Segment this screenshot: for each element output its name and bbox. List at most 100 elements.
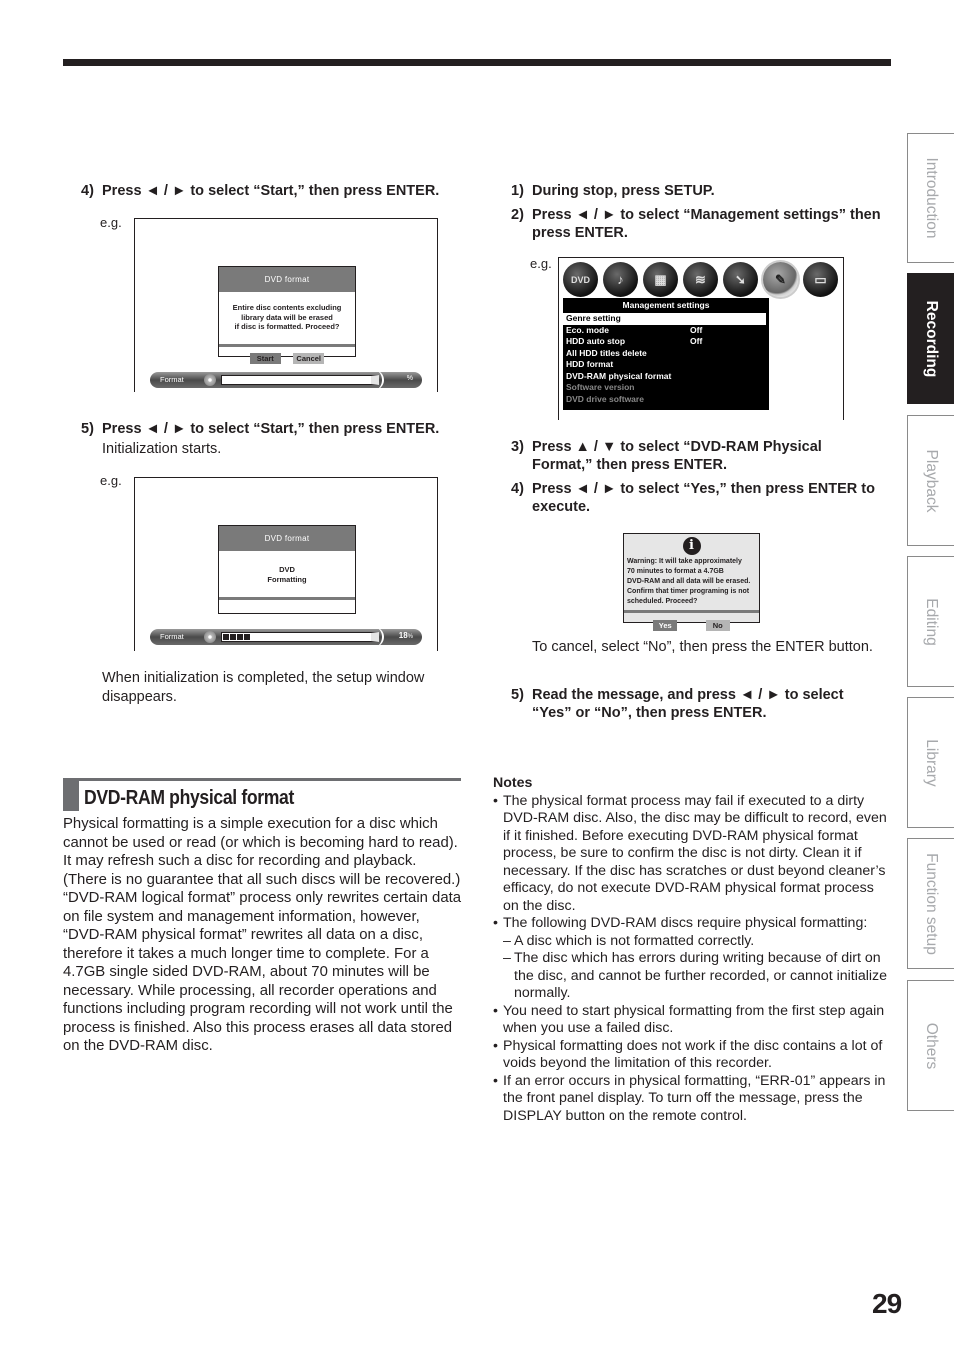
step-1-right: 1) During stop, press SETUP. (511, 183, 715, 199)
step-3-right: 3) Press ▲ / ▼ to select “DVD-RAM Physic… (511, 439, 822, 473)
window-icon[interactable]: ▦ (643, 262, 678, 297)
section-marker (63, 778, 79, 811)
paragraph: “DVD-RAM logical format” process only re… (63, 890, 462, 1054)
side-tab-playback[interactable]: Playback (907, 415, 954, 546)
message-line: library data will be erased (241, 312, 333, 322)
progress-track (221, 375, 379, 385)
disc-icon (204, 631, 216, 643)
percent-value: 18 (398, 631, 408, 640)
message-line: scheduled. Proceed? (627, 598, 698, 605)
side-tab-function-setup[interactable]: Function setup (907, 838, 954, 969)
menu-item-label: All HDD titles delete (566, 347, 647, 358)
side-tab-label: Recording (923, 300, 940, 377)
setup-icon-row: DVD ♪ ▦ ≋ ➘ ✎ ▭ (563, 262, 838, 297)
dialog-title: DVD format (219, 526, 355, 551)
completion-note: When initialization is completed, the se… (102, 670, 425, 705)
info-icon: i (682, 537, 701, 555)
no-button[interactable]: No (705, 620, 730, 631)
dvd-video-icon[interactable]: DVD (563, 262, 598, 297)
bar-arc (374, 370, 384, 390)
step-4-left: 4) Press ◄ / ► to select “Start,” then p… (81, 183, 440, 199)
speaker-icon[interactable]: ♪ (603, 262, 638, 297)
page-number: 29 (872, 1288, 902, 1319)
side-tab-label: Function setup (923, 852, 940, 955)
message-line: Confirm that timer programing is not (627, 588, 750, 595)
side-tab-label: Playback (923, 449, 940, 512)
message-line: if disc is formatted. Proceed? (234, 322, 340, 331)
screen-format-confirm: DVD format Entire disc contents excludin… (134, 218, 438, 392)
message-line: 70 minutes to format a 4.7GB (627, 568, 724, 575)
notes-heading: Notes (493, 775, 533, 791)
menu-item[interactable]: Software version (563, 382, 769, 394)
cancel-button[interactable]: Cancel (293, 353, 325, 364)
percent-unit: % (407, 634, 413, 640)
step-2-right: 2) Press ◄ / ► to select “Management set… (511, 207, 881, 241)
menu-item-label: HDD auto stop (566, 336, 626, 346)
disc-icon (204, 374, 216, 386)
format-progress-bar: Format % (150, 370, 422, 390)
note-item: Physical formatting does not work if the… (493, 1038, 891, 1073)
side-tab-introduction[interactable]: Introduction (907, 133, 954, 263)
progress-label: Format (160, 375, 184, 384)
paragraph: Physical formatting is a simple executio… (63, 816, 461, 888)
cancel-note: To cancel, select “No”, then press the E… (532, 639, 873, 655)
progress-fill (223, 634, 250, 640)
menu-item-label: Genre setting (566, 313, 621, 323)
menu-item[interactable]: Eco. mode Off (563, 325, 769, 337)
equalizer-icon[interactable]: ≋ (683, 262, 718, 297)
notes: Notes The physical format process may fa… (493, 775, 891, 1125)
note-item: The physical format process may fail if … (493, 793, 891, 916)
note-item: If an error occurs in physical formattin… (493, 1073, 891, 1126)
section-header: DVD-RAM physical format (63, 778, 461, 811)
progress-percent: % (406, 375, 413, 382)
message-line: Formatting (267, 574, 307, 584)
menu-item-label: DVD-RAM physical format (566, 370, 672, 381)
note-item: You need to start physical formatting fr… (493, 1003, 891, 1038)
note-item: The following DVD-RAM discs require phys… (493, 915, 891, 933)
side-tab-recording[interactable]: Recording (907, 273, 954, 404)
dvd-format-dialog: DVD format DVD Formatting (218, 525, 356, 614)
dialog-title: DVD format (219, 267, 355, 292)
message-line: Warning: It will take approximately (627, 558, 742, 565)
disc-arrow-icon[interactable]: ➘ (723, 262, 758, 297)
dialog-message: Entire disc contents excluding library d… (219, 292, 355, 344)
step-5-subtext: Initialization starts. (102, 441, 222, 457)
management-settings-menu: Management settings Genre setting Eco. mo… (563, 298, 769, 410)
menu-item-label: HDD format (566, 359, 614, 369)
section-rule (63, 778, 461, 781)
side-tab-others[interactable]: Others (907, 980, 954, 1111)
recorder-icon[interactable]: ▭ (803, 262, 838, 297)
step-5-left: 5) Press ◄ / ► to select “Start,” then p… (81, 421, 440, 437)
progress-percent: 18% (399, 631, 413, 640)
step-4-right: 4) Press ◄ / ► to select “Yes,” then pre… (511, 481, 875, 515)
dvd-format-dialog: DVD format Entire disc contents excludin… (218, 266, 356, 364)
eg-label: e.g. (530, 256, 552, 271)
message-line: DVD (279, 565, 295, 574)
side-tab-label: Editing (923, 597, 940, 646)
yes-button[interactable]: Yes (653, 620, 678, 631)
progress-label: Format (160, 632, 184, 641)
divider (219, 597, 355, 600)
menu-item-label: Software version (566, 382, 635, 392)
menu-item-label: Eco. mode (566, 324, 609, 335)
menu-item[interactable]: All HDD titles delete (563, 348, 769, 360)
side-tab-library[interactable]: Library (907, 697, 954, 828)
menu-item[interactable]: HDD format (563, 359, 769, 371)
menu-item[interactable]: DVD-RAM physical format (563, 371, 769, 383)
menu-item[interactable]: Genre setting (563, 313, 766, 325)
menu-item-label: DVD drive software (566, 393, 644, 404)
side-tab-editing[interactable]: Editing (907, 556, 954, 687)
side-tab-label: Library (923, 738, 940, 787)
start-button[interactable]: Start (249, 353, 281, 364)
menu-item-value: Off (690, 324, 703, 335)
screen-management-settings: DVD ♪ ▦ ≋ ➘ ✎ ▭ Management settings Genre sett… (558, 257, 844, 420)
side-tab-label: Others (923, 1022, 940, 1069)
eg-label: e.g. (100, 215, 122, 230)
note-subitem: A disc which is not formatted correctly. (493, 933, 891, 951)
menu-item-value: Off (690, 336, 703, 346)
wrench-icon[interactable]: ✎ (763, 262, 798, 297)
note-subitem: The disc which has errors during writing… (493, 950, 891, 1003)
section-title: DVD-RAM physical format (84, 787, 294, 809)
menu-item[interactable]: HDD auto stop Off (563, 336, 769, 348)
menu-item[interactable]: DVD drive software (563, 394, 769, 406)
